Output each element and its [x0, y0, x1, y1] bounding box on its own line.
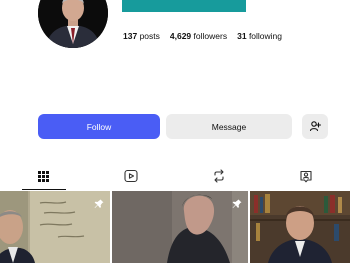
header-banner-strip: [122, 0, 246, 12]
person-add-icon: [309, 120, 322, 134]
following-label: following: [248, 31, 283, 41]
suggested-users-button[interactable]: [302, 114, 328, 139]
pin-icon: [232, 196, 242, 214]
following-count: 31: [237, 31, 247, 41]
posts-count: 137: [123, 31, 138, 41]
man-in-library-image: [250, 191, 350, 263]
tab-posts[interactable]: [21, 167, 66, 190]
tab-reposts[interactable]: [199, 167, 239, 189]
profile-actions: Follow Message: [38, 114, 328, 139]
message-button[interactable]: Message: [166, 114, 292, 139]
repost-icon: [212, 168, 226, 188]
profile-avatar[interactable]: [38, 0, 108, 48]
posts-label: posts: [139, 31, 160, 41]
grid-icon: [38, 169, 50, 187]
pin-icon: [94, 196, 104, 214]
man-in-profile-image: [112, 191, 248, 263]
following-stat[interactable]: 31 following: [237, 31, 282, 41]
posts-stat[interactable]: 137 posts: [123, 31, 160, 41]
profile-stats: 137 posts 4,629 followers 31 following: [123, 31, 282, 41]
reels-icon: [124, 169, 138, 188]
tagged-icon: [299, 169, 313, 188]
followers-stat[interactable]: 4,629 followers: [170, 31, 227, 41]
profile-tabs: [0, 167, 350, 190]
followers-label: followers: [193, 31, 228, 41]
post-thumbnail[interactable]: [250, 191, 350, 263]
posts-grid: [0, 191, 350, 263]
tab-tagged[interactable]: [286, 167, 326, 189]
post-thumbnail[interactable]: [112, 191, 248, 263]
follow-button[interactable]: Follow: [38, 114, 160, 139]
followers-count: 4,629: [169, 31, 192, 41]
post-thumbnail[interactable]: [0, 191, 110, 263]
tab-reels[interactable]: [111, 167, 151, 189]
